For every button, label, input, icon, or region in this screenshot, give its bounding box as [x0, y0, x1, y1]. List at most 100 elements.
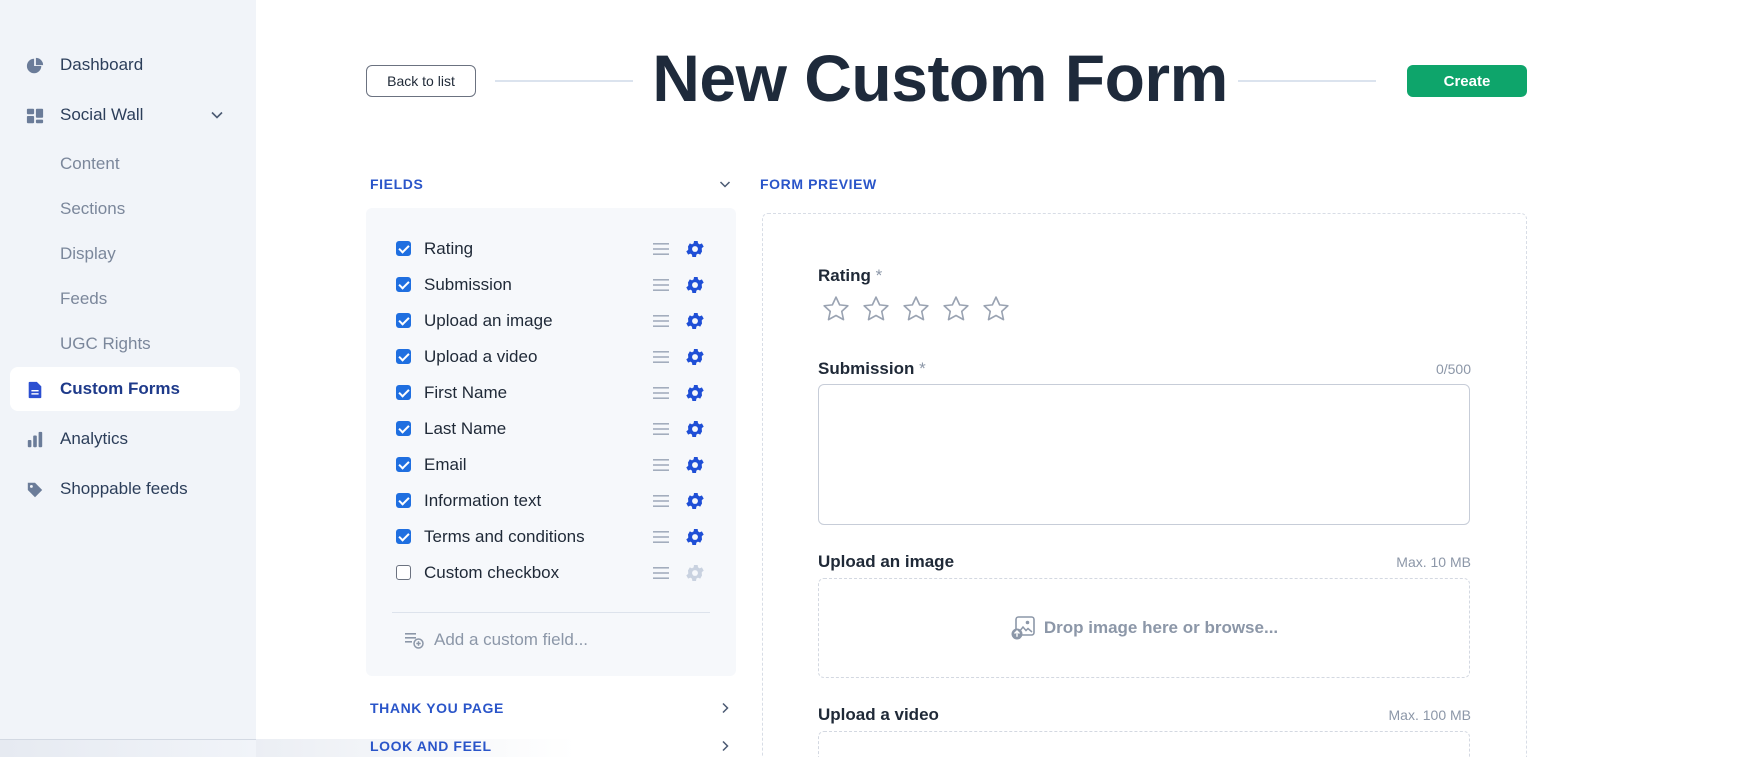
drag-handle-icon[interactable]: [652, 421, 670, 437]
drag-handle-icon[interactable]: [652, 565, 670, 581]
gear-icon[interactable]: [684, 274, 706, 296]
field-checkbox[interactable]: [396, 493, 411, 508]
drag-handle-icon[interactable]: [652, 457, 670, 473]
submission-counter: 0/500: [1435, 361, 1471, 377]
dropzone-text: Drop image here or browse...: [1043, 618, 1279, 637]
required-mark: *: [875, 266, 883, 285]
upload-image-label: Upload an image: [818, 552, 955, 571]
sidebar-item-dashboard[interactable]: Dashboard: [10, 43, 240, 87]
star-icon[interactable]: [941, 294, 971, 324]
sidebar: Dashboard Social Wall Content Sections D…: [0, 0, 256, 757]
field-label: Rating: [424, 239, 474, 258]
drag-handle-icon[interactable]: [652, 529, 670, 545]
thank-you-section-title[interactable]: THANK YOU PAGE: [370, 700, 504, 716]
sidebar-item-social-wall[interactable]: Social Wall: [10, 93, 240, 137]
sidebar-item-custom-forms[interactable]: Custom Forms: [10, 367, 240, 411]
star-icon[interactable]: [901, 294, 931, 324]
sidebar-footer: [0, 739, 256, 757]
sidebar-item-label: Shoppable feeds: [60, 479, 188, 498]
add-list-icon: [405, 633, 424, 649]
gear-icon[interactable]: [684, 238, 706, 260]
pie-chart-icon: [26, 57, 44, 74]
field-row: Email: [396, 451, 716, 479]
field-label: Custom checkbox: [424, 563, 560, 582]
rating-label: Rating *: [818, 266, 882, 286]
field-label: Last Name: [424, 419, 507, 438]
chevron-right-icon[interactable]: [719, 702, 731, 714]
star-icon[interactable]: [821, 294, 851, 324]
field-label: Email: [424, 455, 467, 474]
drag-handle-icon[interactable]: [652, 349, 670, 365]
drag-handle-icon[interactable]: [652, 493, 670, 509]
rating-stars[interactable]: [821, 294, 1011, 324]
look-and-feel-section-title[interactable]: LOOK AND FEEL: [370, 738, 492, 754]
image-dropzone[interactable]: Drop image here or browse...: [818, 578, 1470, 678]
form-preview-title: FORM PREVIEW: [760, 176, 877, 192]
back-to-list-button[interactable]: Back to list: [366, 65, 476, 97]
drag-handle-icon[interactable]: [652, 277, 670, 293]
field-checkbox[interactable]: [396, 457, 411, 472]
sidebar-subitem-feeds[interactable]: Feeds: [60, 289, 107, 309]
submission-textarea[interactable]: [818, 384, 1470, 525]
upload-video-max-size: Max. 100 MB: [1388, 707, 1471, 723]
chevron-down-icon[interactable]: [210, 108, 224, 122]
add-custom-field-button[interactable]: Add a custom field...: [404, 628, 588, 652]
gear-icon[interactable]: [684, 562, 706, 584]
field-checkbox[interactable]: [396, 349, 411, 364]
chevron-right-icon[interactable]: [719, 740, 731, 752]
field-checkbox[interactable]: [396, 241, 411, 256]
gear-icon[interactable]: [684, 346, 706, 368]
field-checkbox[interactable]: [396, 385, 411, 400]
submission-label: Submission *: [818, 359, 926, 379]
document-icon: [28, 381, 42, 399]
gear-icon[interactable]: [684, 382, 706, 404]
field-checkbox[interactable]: [396, 565, 411, 580]
chevron-down-icon[interactable]: [719, 178, 731, 190]
sidebar-item-label: Custom Forms: [60, 379, 180, 398]
tag-icon: [27, 482, 43, 498]
fields-divider: [392, 612, 710, 613]
page-title: New Custom Form: [652, 41, 1228, 115]
star-icon[interactable]: [861, 294, 891, 324]
sidebar-subitem-display[interactable]: Display: [60, 244, 116, 264]
field-row: Custom checkbox: [396, 559, 716, 587]
gear-icon[interactable]: [684, 418, 706, 440]
drag-handle-icon[interactable]: [652, 241, 670, 257]
sidebar-subitem-ugc-rights[interactable]: UGC Rights: [60, 334, 151, 354]
gear-icon[interactable]: [684, 490, 706, 512]
fields-panel: Rating Submission Upload an image Upload a …: [366, 208, 736, 676]
field-checkbox[interactable]: [396, 277, 411, 292]
star-icon[interactable]: [981, 294, 1011, 324]
create-button[interactable]: Create: [1407, 65, 1527, 97]
form-preview: Rating * Submission * 0/500 Upload an im…: [762, 213, 1527, 757]
social-wall-icon: [26, 108, 44, 124]
gear-icon[interactable]: [684, 310, 706, 332]
field-row: First Name: [396, 379, 716, 407]
drag-handle-icon[interactable]: [652, 385, 670, 401]
upload-image-max-size: Max. 10 MB: [1396, 554, 1471, 570]
add-custom-field-label: Add a custom field...: [434, 630, 589, 649]
sidebar-item-shoppable-feeds[interactable]: Shoppable feeds: [10, 467, 240, 511]
sidebar-item-label: Analytics: [60, 429, 129, 448]
field-row: Upload a video: [396, 343, 716, 371]
gear-icon[interactable]: [684, 526, 706, 548]
rating-label-text: Rating: [818, 266, 871, 285]
field-label: Submission: [424, 275, 512, 294]
fields-section-title[interactable]: FIELDS: [370, 176, 423, 192]
field-checkbox[interactable]: [396, 421, 411, 436]
gear-icon[interactable]: [684, 454, 706, 476]
header-divider-left: [495, 80, 633, 82]
drag-handle-icon[interactable]: [652, 313, 670, 329]
video-dropzone[interactable]: [818, 731, 1470, 757]
sidebar-subitem-sections[interactable]: Sections: [60, 199, 125, 219]
bar-chart-icon: [27, 431, 43, 448]
sidebar-subitem-content[interactable]: Content: [60, 154, 120, 174]
field-label: Information text: [424, 491, 542, 510]
field-row: Terms and conditions: [396, 523, 716, 551]
field-label: Terms and conditions: [424, 527, 585, 546]
header-divider-right: [1238, 80, 1376, 82]
field-checkbox[interactable]: [396, 529, 411, 544]
field-checkbox[interactable]: [396, 313, 411, 328]
sidebar-item-analytics[interactable]: Analytics: [10, 417, 240, 461]
image-upload-icon: [1011, 616, 1035, 640]
